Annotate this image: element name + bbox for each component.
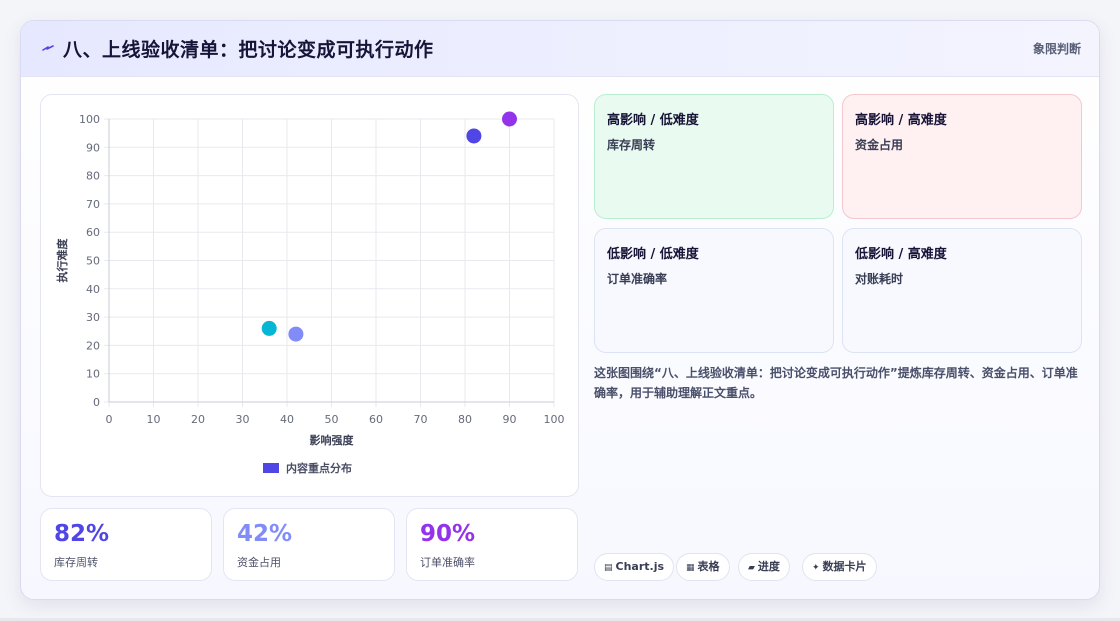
x-tick-label: 50 xyxy=(325,413,339,426)
scatter-chart: 0 10 20 30 40 50 60 70 80 90 100 0 10 20 30 40 50 60 70 80 9… xyxy=(40,94,579,497)
stat-value: 42% xyxy=(237,521,293,547)
x-tick-label: 30 xyxy=(236,413,250,426)
y-tick-label: 90 xyxy=(86,141,100,154)
y-tick-label: 80 xyxy=(86,170,100,183)
tag-progress[interactable]: ▰ 进度 xyxy=(738,553,790,581)
x-tick-label: 80 xyxy=(458,413,472,426)
tag-label: 进度 xyxy=(757,560,780,573)
quadrant-judgement-label: 象限判断 xyxy=(1032,42,1081,56)
quadrant-low-impact-low-difficulty: 低影响 / 低难度 订单准确率 xyxy=(594,228,834,353)
x-tick-label: 40 xyxy=(280,413,294,426)
y-axis-title: 执行难度 xyxy=(55,238,69,283)
y-tick-label: 0 xyxy=(93,396,100,409)
progress-icon: ▰ xyxy=(748,563,755,573)
stat-card-inventory-turnover: 82% 库存周转 xyxy=(40,508,212,581)
legend-label: 内容重点分布 xyxy=(286,461,352,475)
x-tick-label: 100 xyxy=(544,413,565,426)
data-point xyxy=(288,326,304,342)
stat-label: 订单准确率 xyxy=(420,556,475,569)
y-tick-label: 70 xyxy=(86,198,100,211)
tag-label: Chart.js xyxy=(615,560,665,573)
x-tick-label: 90 xyxy=(503,413,517,426)
tag-label: 数据卡片 xyxy=(822,560,867,573)
scatter-chart-svg: 0 10 20 30 40 50 60 70 80 90 100 0 10 20 30 40 50 60 70 80 9… xyxy=(55,111,565,475)
quadrant-item: 订单准确率 xyxy=(607,272,668,286)
quadrant-title: 高影响 / 低难度 xyxy=(607,113,699,128)
x-tick-label: 20 xyxy=(191,413,205,426)
y-tick-label: 60 xyxy=(86,226,100,239)
x-tick-label: 10 xyxy=(147,413,161,426)
tag-chartjs[interactable]: ▤ Chart.js xyxy=(594,553,675,581)
sparkle-icon: ✦ xyxy=(812,563,820,573)
y-tick-label: 30 xyxy=(86,311,100,324)
stat-value: 90% xyxy=(420,521,476,547)
chart-icon: ▤ xyxy=(604,563,613,573)
y-tick-label: 10 xyxy=(86,368,100,381)
x-tick-label: 60 xyxy=(369,413,383,426)
stat-card-order-accuracy: 90% 订单准确率 xyxy=(406,508,578,581)
tag-label: 表格 xyxy=(697,560,720,573)
x-tick-label: 0 xyxy=(106,413,113,426)
quadrant-item: 资金占用 xyxy=(855,138,904,152)
page-title: 八、上线验收清单：把讨论变成可执行动作 xyxy=(63,39,434,61)
y-tick-label: 50 xyxy=(86,255,100,268)
stat-card-capital-occupation: 42% 资金占用 xyxy=(223,508,395,581)
table-icon: ▦ xyxy=(686,563,695,573)
quadrant-item: 库存周转 xyxy=(607,138,656,152)
quadrant-high-impact-high-difficulty: 高影响 / 高难度 资金占用 xyxy=(842,94,1082,219)
tag-data-card[interactable]: ✦ 数据卡片 xyxy=(802,553,877,581)
quadrant-title: 低影响 / 低难度 xyxy=(607,247,699,262)
quadrant-low-impact-high-difficulty: 低影响 / 高难度 对账耗时 xyxy=(842,228,1082,353)
quadrant-item: 对账耗时 xyxy=(855,272,904,286)
stat-value: 82% xyxy=(54,521,110,547)
x-axis-title: 影响强度 xyxy=(310,433,355,447)
main-card: 八、上线验收清单：把讨论变成可执行动作 象限判断 0 10 20 30 40 50 60 70… xyxy=(20,20,1100,600)
header-bar: 八、上线验收清单：把讨论变成可执行动作 象限判断 xyxy=(21,21,1099,77)
data-point xyxy=(261,320,277,336)
lightning-icon xyxy=(42,45,54,51)
legend-swatch xyxy=(263,463,279,473)
quadrant-high-impact-low-difficulty: 高影响 / 低难度 库存周转 xyxy=(594,94,834,219)
stat-label: 库存周转 xyxy=(54,556,98,569)
quadrant-title: 高影响 / 高难度 xyxy=(855,113,947,128)
y-tick-label: 100 xyxy=(79,113,100,126)
tag-table[interactable]: ▦ 表格 xyxy=(676,553,730,581)
stat-label: 资金占用 xyxy=(237,556,281,569)
y-tick-label: 40 xyxy=(86,283,100,296)
chart-description: 这张图围绕“八、上线验收清单：把讨论变成可执行动作”提炼库存周转、资金占用、订单… xyxy=(594,366,1078,400)
y-tick-label: 20 xyxy=(86,339,100,352)
data-point xyxy=(502,111,517,127)
quadrant-title: 低影响 / 高难度 xyxy=(855,247,947,262)
x-tick-label: 70 xyxy=(414,413,428,426)
data-point xyxy=(466,128,482,144)
